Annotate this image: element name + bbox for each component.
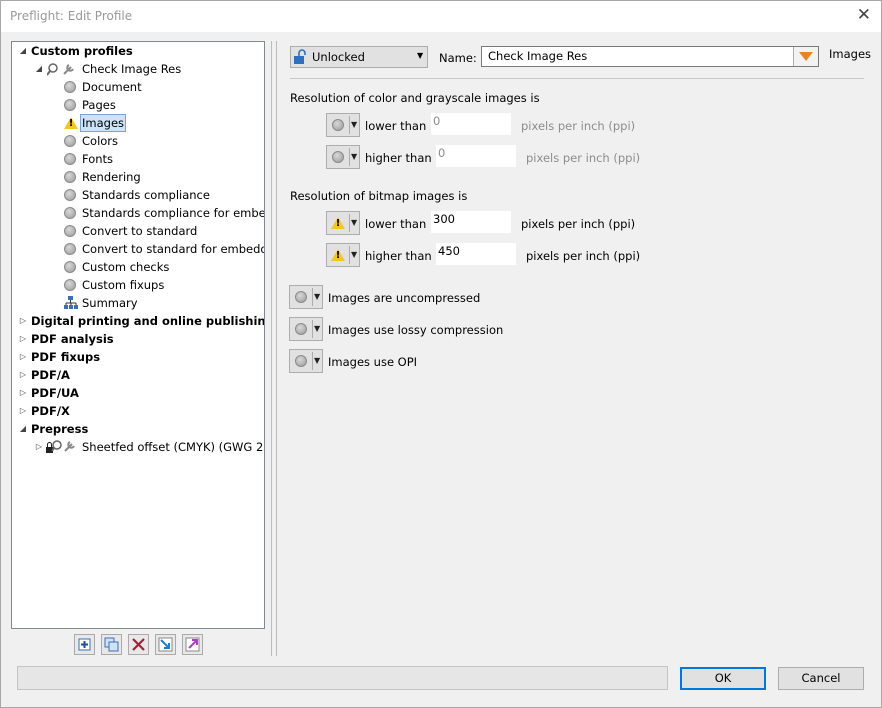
bitmap-lower-state-button[interactable]: ! ▼ [326, 211, 360, 235]
chevron-down-icon: ▼ [417, 51, 424, 60]
window-title: Preflight: Edit Profile [10, 9, 133, 23]
status-circle-icon [64, 171, 76, 183]
chevron-down-icon: ▼ [351, 152, 358, 161]
header-divider [290, 78, 864, 79]
summary-hierarchy-icon [64, 296, 78, 309]
status-circle-icon [64, 189, 76, 201]
new-profile-icon [78, 638, 91, 651]
status-circle-icon [332, 119, 344, 131]
collapse-arrow-icon[interactable]: ▷ [18, 370, 28, 380]
profile-tree[interactable]: ◢ Custom profiles ◢ Check Image Res Docu… [11, 41, 265, 629]
panel-splitter[interactable] [271, 41, 272, 656]
bitmap-higher-input[interactable]: 450 [436, 243, 516, 265]
import-profile-button[interactable] [155, 634, 176, 655]
collapse-arrow-icon[interactable]: ▷ [18, 316, 28, 326]
color-lower-input[interactable]: 0 [431, 113, 511, 135]
bitmap-higher-state-button[interactable]: ! ▼ [326, 243, 360, 267]
chevron-down-icon: ▼ [351, 218, 358, 227]
name-label: Name: [439, 51, 477, 65]
chevron-down-icon: ▼ [351, 120, 358, 129]
status-circle-icon [64, 207, 76, 219]
lossy-label: Images use lossy compression [328, 323, 504, 337]
bitmap-lower-input[interactable]: 300 [431, 211, 511, 233]
new-profile-button[interactable] [74, 634, 95, 655]
uncompressed-state-button[interactable]: ▼ [289, 285, 323, 309]
delete-profile-button[interactable] [128, 634, 149, 655]
color-section-heading: Resolution of color and grayscale images… [290, 91, 540, 105]
color-higher-state-button[interactable]: ▼ [326, 145, 360, 169]
expand-arrow-icon[interactable]: ◢ [34, 64, 44, 74]
color-higher-unit: pixels per inch (ppi) [526, 151, 641, 165]
bitmap-lower-unit: pixels per inch (ppi) [521, 217, 636, 231]
name-dropdown-button[interactable] [793, 47, 818, 66]
title-bar: Preflight: Edit Profile ✕ [1, 1, 881, 32]
status-circle-icon [295, 291, 307, 303]
duplicate-profile-button[interactable] [101, 634, 122, 655]
collapse-arrow-icon[interactable]: ▷ [18, 352, 28, 362]
cancel-button[interactable]: Cancel [778, 667, 864, 690]
status-circle-icon [64, 261, 76, 273]
collapse-arrow-icon[interactable]: ▷ [18, 388, 28, 398]
status-circle-icon [295, 323, 307, 335]
expand-arrow-icon[interactable]: ◢ [18, 46, 28, 56]
color-lower-unit: pixels per inch (ppi) [521, 119, 636, 133]
collapse-arrow-icon[interactable]: ▷ [18, 406, 28, 416]
lock-state-dropdown[interactable]: Unlocked ▼ [290, 46, 428, 68]
status-circle-icon [64, 81, 76, 93]
profile-wrench-icon [47, 63, 74, 76]
status-circle-icon [64, 279, 76, 291]
bitmap-section-heading: Resolution of bitmap images is [290, 189, 468, 203]
status-circle-icon [332, 151, 344, 163]
bitmap-lower-label: lower than [365, 217, 427, 231]
section-label: Images [829, 47, 872, 61]
status-circle-icon [64, 225, 76, 237]
color-lower-label: lower than [365, 119, 427, 133]
color-higher-label: higher than [365, 151, 432, 165]
chevron-down-icon: ▼ [314, 324, 321, 333]
chevron-down-icon: ▼ [314, 292, 321, 301]
import-icon [158, 637, 173, 652]
lossy-state-button[interactable]: ▼ [289, 317, 323, 341]
uncompressed-label: Images are uncompressed [328, 291, 481, 305]
chevron-down-icon: ▼ [351, 250, 358, 259]
chevron-down-icon: ▼ [314, 356, 321, 365]
bitmap-higher-unit: pixels per inch (ppi) [526, 249, 641, 263]
status-circle-icon [295, 355, 307, 367]
expand-arrow-icon[interactable]: ◢ [18, 424, 28, 434]
color-higher-input[interactable]: 0 [436, 145, 516, 167]
status-circle-icon [64, 99, 76, 111]
opi-state-button[interactable]: ▼ [289, 349, 323, 373]
close-icon[interactable]: ✕ [857, 5, 871, 25]
unlocked-padlock-icon [294, 49, 306, 64]
export-icon [185, 637, 200, 652]
collapse-arrow-icon[interactable]: ▷ [18, 334, 28, 344]
ok-button[interactable]: OK [680, 667, 766, 690]
panel-splitter-edge [276, 41, 277, 656]
delete-icon [132, 638, 145, 651]
export-profile-button[interactable] [182, 634, 203, 655]
profile-name-field[interactable]: Check Image Res [481, 46, 819, 67]
collapse-arrow-icon[interactable]: ▷ [34, 442, 44, 452]
duplicate-icon [104, 637, 119, 652]
status-circle-icon [64, 135, 76, 147]
opi-label: Images use OPI [328, 355, 418, 369]
orange-triangle-icon [799, 52, 813, 61]
status-circle-icon [64, 243, 76, 255]
status-bar [17, 666, 668, 690]
status-circle-icon [64, 153, 76, 165]
color-lower-state-button[interactable]: ▼ [326, 113, 360, 137]
locked-profile-icon [46, 440, 75, 453]
bitmap-higher-label: higher than [365, 249, 432, 263]
